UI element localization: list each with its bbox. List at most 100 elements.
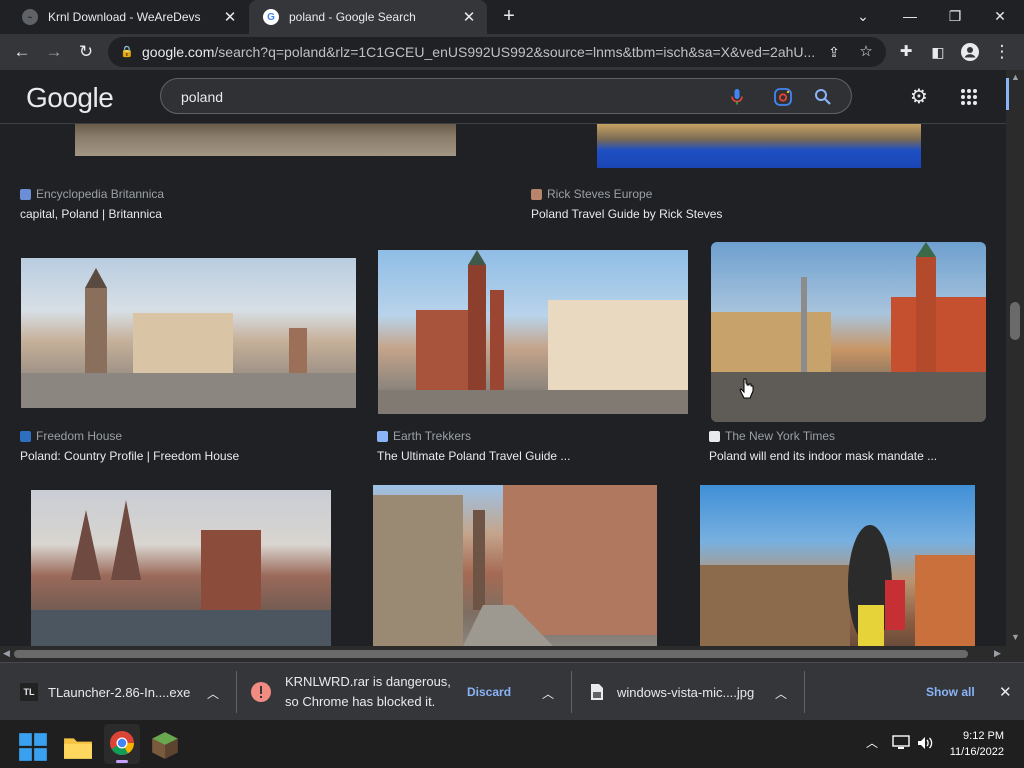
result-source[interactable]: Rick Steves Europe: [531, 187, 652, 201]
new-tab-plus-icon[interactable]: +: [498, 6, 520, 28]
result-source[interactable]: The New York Times: [709, 429, 835, 443]
horizontal-scroll-thumb[interactable]: [14, 650, 968, 658]
clock-date: 11/16/2022: [949, 746, 1004, 758]
source-label: Encyclopedia Britannica: [36, 187, 165, 201]
browser-toolbar: ← → ↻ 🔒 google.com/search?q=poland&rlz=1…: [0, 34, 1024, 70]
minimize-icon[interactable]: —: [890, 4, 930, 28]
britannica-favicon-icon: [20, 188, 31, 200]
krnl-favicon-icon: ~: [22, 9, 38, 25]
lock-icon: 🔒: [120, 46, 134, 58]
share-icon[interactable]: ⇪: [822, 40, 846, 64]
download-item-krnlwrd-blocked[interactable]: KRNLWRD.rar is dangerous, so Chrome has …: [250, 663, 451, 721]
freedom-house-favicon-icon: [20, 430, 31, 442]
discard-button[interactable]: Discard: [467, 663, 511, 721]
result-caption[interactable]: Poland Travel Guide by Rick Steves: [531, 207, 722, 221]
image-results: Encyclopedia Britannica capital, Poland …: [0, 124, 1006, 646]
source-label: Rick Steves Europe: [547, 187, 653, 201]
scroll-right-arrow-icon[interactable]: ▶: [994, 648, 1001, 659]
file-icon: [591, 684, 603, 700]
volume-icon[interactable]: [916, 735, 934, 751]
result-source[interactable]: Earth Trekkers: [377, 429, 471, 443]
microphone-icon[interactable]: [727, 87, 747, 107]
url-host: google.com: [142, 44, 215, 60]
search-input[interactable]: [181, 87, 701, 107]
result-caption[interactable]: capital, Poland | Britannica: [20, 207, 162, 221]
close-icon[interactable]: ✕: [999, 663, 1012, 721]
result-image-tourist-warsaw[interactable]: [700, 485, 975, 646]
url-path: /search?q=poland&rlz=1C1GCEU_enUS992US99…: [214, 44, 816, 60]
extensions-puzzle-icon[interactable]: ✚: [894, 40, 918, 64]
result-caption[interactable]: The Ultimate Poland Travel Guide ...: [377, 449, 570, 463]
warning-line-1: KRNLWRD.rar is dangerous,: [285, 674, 451, 689]
source-label: Freedom House: [36, 429, 123, 443]
forward-arrow-icon[interactable]: →: [42, 40, 66, 64]
tab-search-chevron-icon[interactable]: ⌄: [843, 4, 883, 28]
search-box[interactable]: [160, 78, 852, 114]
window-close-icon[interactable]: ✕: [980, 4, 1020, 28]
close-icon[interactable]: ✕: [222, 8, 238, 26]
download-filename: windows-vista-mic....jpg: [617, 684, 755, 700]
system-clock[interactable]: 9:12 PM 11/16/2022: [950, 728, 1004, 760]
result-caption[interactable]: Poland will end its indoor mask mandate …: [709, 449, 937, 463]
tab-google-search[interactable]: G poland - Google Search ✕: [249, 0, 487, 34]
divider: [804, 671, 805, 713]
file-explorer-folder-icon[interactable]: [63, 732, 93, 762]
show-all-button[interactable]: Show all: [926, 663, 975, 721]
chevron-up-icon[interactable]: ︿: [206, 685, 220, 701]
close-icon[interactable]: ✕: [461, 8, 477, 26]
tab-krnl-download[interactable]: ~ Krnl Download - WeAreDevs ✕: [8, 0, 248, 34]
scroll-down-arrow-icon[interactable]: ▼: [1011, 632, 1020, 642]
profile-icon[interactable]: [958, 40, 982, 64]
tab-title: poland - Google Search: [289, 10, 416, 24]
windows-start-icon[interactable]: [18, 732, 48, 762]
scroll-position-marker: [1006, 78, 1009, 110]
scroll-up-arrow-icon[interactable]: ▲: [1011, 72, 1020, 82]
tab-strip: ~ Krnl Download - WeAreDevs ✕ G poland -…: [0, 0, 1024, 34]
download-bar: TL TLauncher-2.86-In....exe ︿ KRNLWRD.ra…: [0, 662, 1024, 720]
vertical-scroll-thumb[interactable]: [1010, 302, 1020, 340]
settings-gear-icon[interactable]: ⚙: [907, 85, 931, 109]
windows-taskbar: ︿ 9:12 PM 11/16/2022: [0, 720, 1024, 768]
horizontal-scrollbar[interactable]: ◀ ▶: [0, 646, 1024, 662]
chrome-icon: [110, 731, 134, 756]
result-image-warsaw-reflection[interactable]: [597, 124, 921, 168]
result-image-gdansk-crane[interactable]: [31, 490, 331, 646]
chrome-taskbar-button[interactable]: [104, 724, 140, 764]
download-filename: TLauncher-2.86-In....exe: [48, 684, 191, 700]
result-image-st-marys-basilica[interactable]: [378, 250, 688, 414]
address-bar[interactable]: 🔒 google.com/search?q=poland&rlz=1C1GCEU…: [108, 37, 886, 67]
side-panel-icon[interactable]: ◧: [926, 40, 950, 64]
reload-icon[interactable]: ↻: [74, 40, 98, 64]
download-item-tlauncher[interactable]: TL TLauncher-2.86-In....exe: [20, 663, 190, 721]
result-source[interactable]: Freedom House: [20, 429, 122, 443]
result-image-gdansk-street[interactable]: [373, 485, 657, 646]
result-source[interactable]: Encyclopedia Britannica: [20, 187, 164, 201]
screen: ~ Krnl Download - WeAreDevs ✕ G poland -…: [0, 0, 1024, 768]
apps-grid-icon[interactable]: [957, 85, 981, 109]
tab-title: Krnl Download - WeAreDevs: [48, 10, 201, 24]
google-lens-icon[interactable]: [773, 87, 793, 107]
chevron-up-icon[interactable]: ︿: [866, 734, 880, 750]
source-label: The New York Times: [725, 429, 836, 443]
google-logo[interactable]: Google: [26, 82, 114, 114]
tlauncher-file-icon: TL: [20, 683, 38, 701]
earth-trekkers-favicon-icon: [377, 430, 388, 442]
kebab-menu-icon[interactable]: ⋮: [990, 40, 1014, 64]
restore-icon[interactable]: ❐: [935, 4, 975, 28]
rick-steves-favicon-icon: [531, 188, 542, 200]
download-item-vista-jpg[interactable]: windows-vista-mic....jpg: [590, 663, 754, 721]
minecraft-block-icon[interactable]: [150, 730, 180, 760]
result-image-krakow-square[interactable]: [75, 124, 456, 156]
warning-line-2: so Chrome has blocked it.: [285, 694, 436, 709]
divider: [571, 671, 572, 713]
chevron-up-icon[interactable]: ︿: [774, 685, 788, 701]
scroll-left-arrow-icon[interactable]: ◀: [3, 648, 10, 659]
back-arrow-icon[interactable]: ←: [10, 40, 34, 64]
chevron-up-icon[interactable]: ︿: [541, 685, 555, 701]
result-caption[interactable]: Poland: Country Profile | Freedom House: [20, 449, 239, 463]
search-icon[interactable]: [813, 87, 833, 107]
network-icon[interactable]: [892, 735, 910, 751]
bookmark-star-icon[interactable]: ☆: [854, 40, 878, 64]
result-image-krakow-cloth-hall[interactable]: [21, 258, 356, 408]
vertical-scrollbar[interactable]: ▲ ▼: [1006, 70, 1024, 646]
